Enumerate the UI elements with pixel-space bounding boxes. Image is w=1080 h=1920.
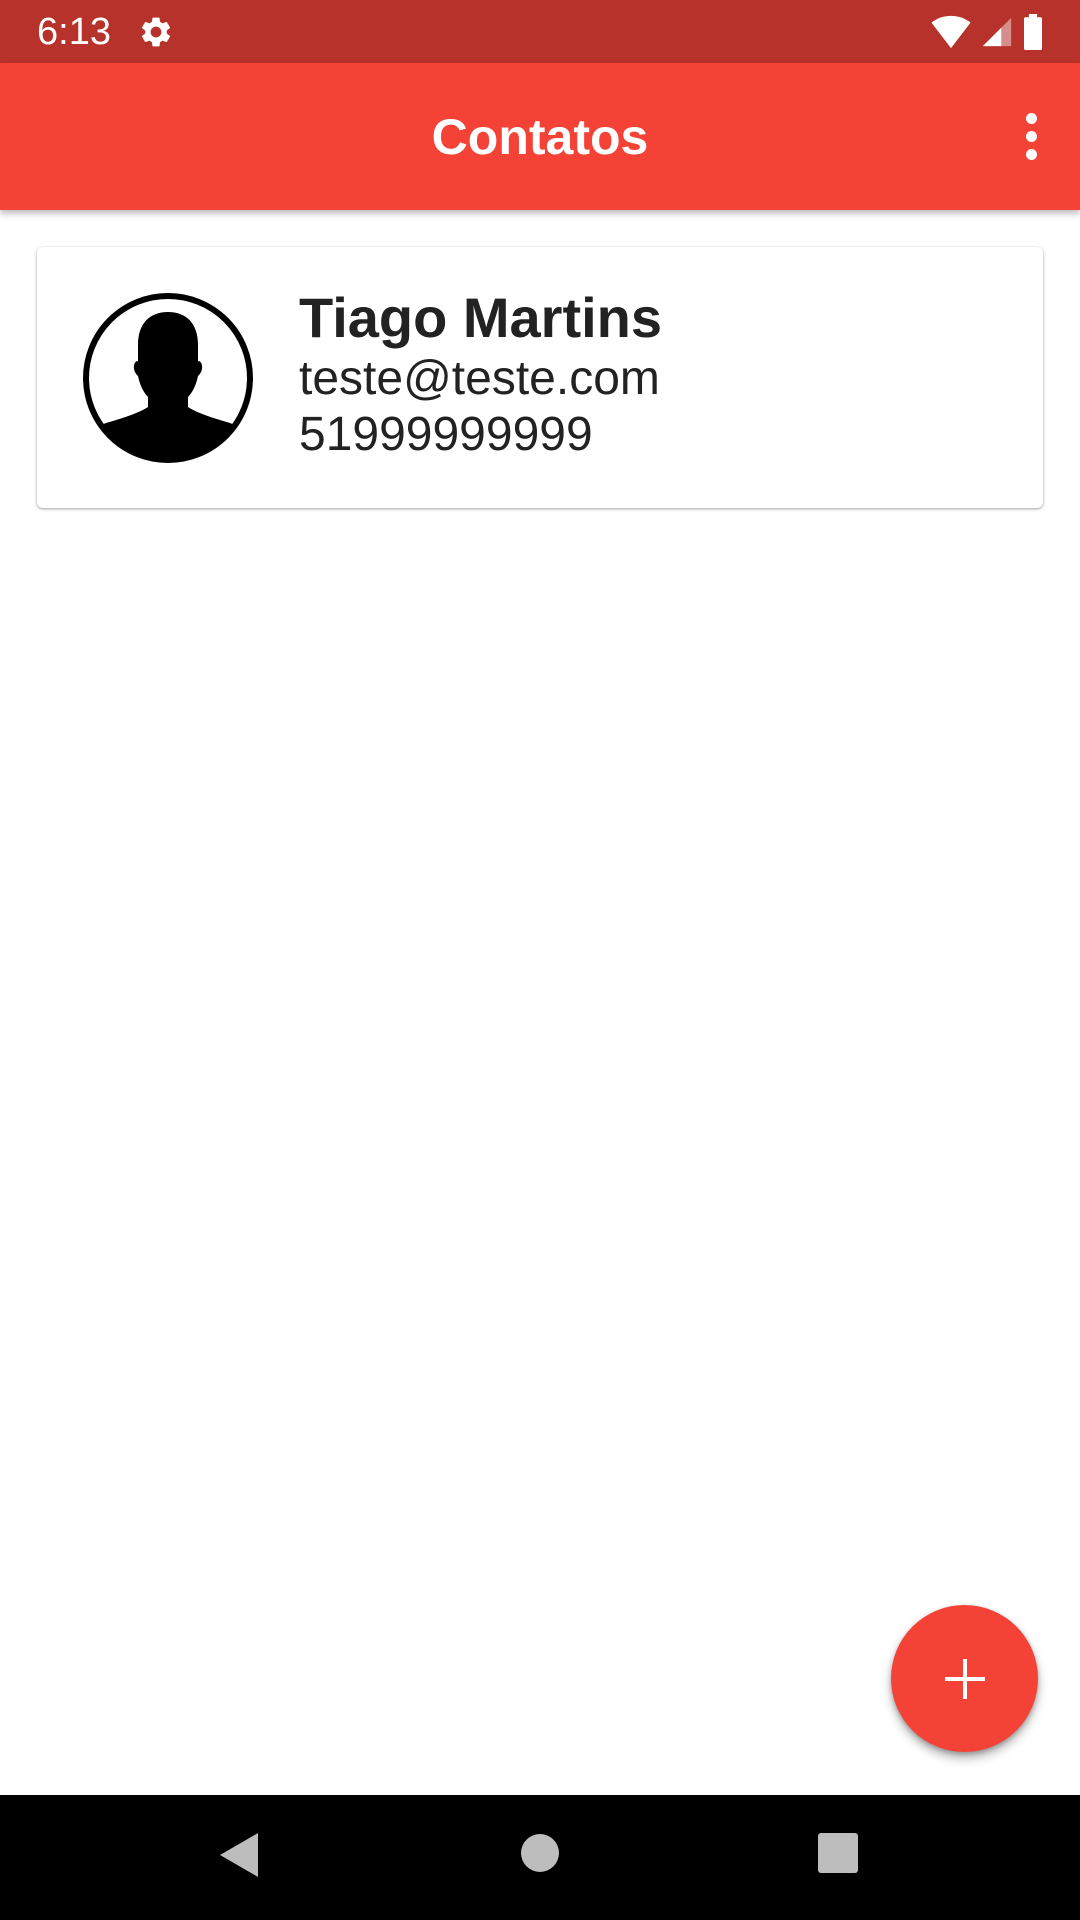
page-title: Contatos xyxy=(431,108,649,165)
contact-name: Tiago Martins xyxy=(299,286,663,349)
contact-details: Tiago Martins teste@teste.com 5199999999… xyxy=(299,285,662,463)
contact-email: teste@teste.com xyxy=(299,352,660,405)
battery-icon xyxy=(1024,14,1042,50)
person-avatar-icon xyxy=(83,293,253,463)
more-options-button[interactable] xyxy=(998,103,1064,169)
back-icon[interactable] xyxy=(218,1831,260,1879)
contact-card[interactable]: Tiago Martins teste@teste.com 5199999999… xyxy=(37,247,1043,508)
more-vert-icon xyxy=(1025,112,1037,124)
wifi-icon xyxy=(931,15,971,49)
contact-phone: 51999999999 xyxy=(299,408,593,461)
recents-icon[interactable] xyxy=(817,1832,859,1874)
contact-list: Tiago Martins teste@teste.com 5199999999… xyxy=(0,210,1080,1795)
navigation-bar xyxy=(0,1795,1080,1920)
home-icon[interactable] xyxy=(520,1833,560,1873)
signal-icon xyxy=(982,17,1012,47)
app-bar: Contatos xyxy=(0,63,1080,210)
status-bar: 6:13 xyxy=(0,0,1080,63)
gear-icon xyxy=(141,17,171,47)
status-time: 6:13 xyxy=(37,11,111,53)
plus-icon xyxy=(944,1658,985,1699)
add-contact-button[interactable] xyxy=(891,1605,1038,1752)
